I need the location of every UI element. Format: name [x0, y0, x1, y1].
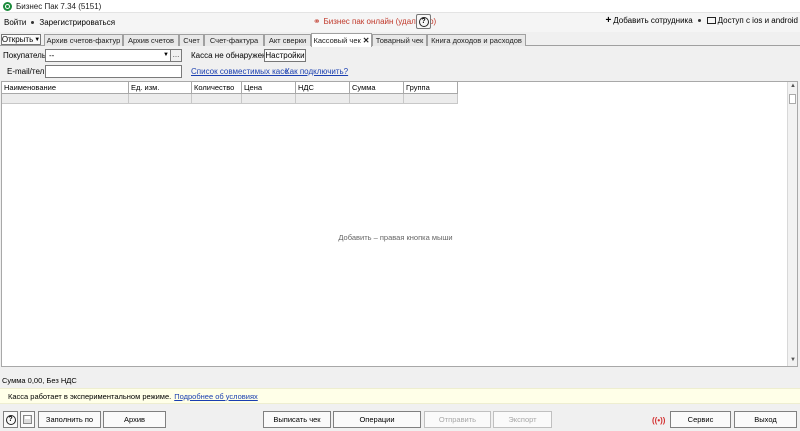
tab-label: Архив счетов-фактур — [46, 36, 121, 45]
tab-invoice-archive[interactable]: Архив счетов-фактур — [44, 34, 123, 46]
tab-bills-archive[interactable]: Архив счетов — [123, 34, 179, 46]
tab-label: Архив счетов — [127, 36, 175, 45]
open-dropdown-button[interactable]: Открыть ▼ — [1, 34, 41, 45]
tab-label: Акт сверки — [268, 36, 307, 45]
app-logo-icon — [3, 1, 12, 11]
column-header[interactable]: Наименование — [2, 82, 129, 94]
empty-table-hint: Добавить – правая кнопка мыши — [338, 233, 453, 242]
conditions-link[interactable]: Подробнее об условиях — [174, 392, 258, 401]
tab-reconciliation[interactable]: Акт сверки — [264, 34, 311, 46]
tab-cash-receipt[interactable]: Кассовый чек ✕ — [311, 33, 372, 47]
table-row[interactable] — [2, 94, 458, 104]
table-cell[interactable] — [242, 94, 296, 104]
scroll-down-icon[interactable]: ▼ — [789, 357, 797, 365]
separator-dot — [31, 21, 35, 24]
experimental-banner: Касса работает в экспериментальном режим… — [0, 388, 800, 404]
table-cell[interactable] — [350, 94, 404, 104]
register-link[interactable]: Зарегистрироваться — [36, 18, 118, 27]
tab-sales-receipt[interactable]: Товарный чек — [372, 34, 427, 46]
column-header[interactable]: Цена — [242, 82, 296, 94]
question-icon: ? — [418, 16, 429, 27]
buyer-value: -- — [49, 51, 55, 60]
monitor-icon — [706, 17, 716, 24]
tab-bar: Открыть ▼ Архив счетов-фактур Архив счет… — [0, 33, 800, 47]
floppy-disk-icon — [23, 415, 32, 424]
how-to-connect-link[interactable]: Как подключить? — [285, 67, 348, 76]
banner-text: Касса работает в экспериментальном режим… — [8, 391, 172, 401]
exit-button[interactable]: Выход — [734, 411, 797, 428]
close-tab-icon[interactable]: ✕ — [363, 36, 370, 45]
send-button[interactable]: Отправить — [424, 411, 491, 428]
table-cell[interactable] — [296, 94, 350, 104]
login-link[interactable]: Войти — [1, 18, 29, 27]
column-header[interactable]: Ед. изм. — [129, 82, 192, 94]
tab-label: Счет-фактура — [209, 36, 259, 45]
table-header: Наименование Ед. изм. Количество Цена НД… — [2, 82, 458, 94]
settings-button[interactable]: Настройки — [264, 49, 306, 62]
buyer-select[interactable]: -- ▼ … — [45, 49, 182, 62]
remote-link-icon: ⚭ — [313, 16, 321, 26]
email-label: E-mail/тел. — [7, 67, 47, 76]
right-menu: + Добавить сотрудника Доступ с ios и and… — [605, 14, 798, 26]
add-employee-link[interactable]: Добавить сотрудника — [613, 16, 692, 25]
bottom-toolbar: ? Заполнить по Архив Выписать чек Операц… — [0, 408, 800, 431]
column-header[interactable]: НДС — [296, 82, 350, 94]
window-title: Бизнес Пак 7.34 (5151) — [16, 1, 102, 11]
buyer-label: Покупатель — [3, 51, 46, 60]
column-header[interactable]: Количество — [192, 82, 242, 94]
help-button[interactable]: ? — [3, 411, 18, 428]
help-button[interactable]: ? — [416, 14, 431, 29]
browse-buyer-button[interactable]: … — [170, 50, 181, 61]
table-cell[interactable] — [404, 94, 458, 104]
broadcast-signal-icon[interactable]: ((•)) — [652, 416, 665, 425]
separator-dot — [697, 19, 701, 22]
total-summary: Сумма 0,00, Без НДС — [2, 376, 77, 385]
service-button[interactable]: Сервис — [670, 411, 731, 428]
tab-invoice[interactable]: Счет-фактура — [204, 34, 264, 46]
tab-label: Товарный чек — [375, 36, 424, 45]
archive-button[interactable]: Архив — [103, 411, 166, 428]
operations-button[interactable]: Операции — [333, 411, 421, 428]
column-header[interactable]: Сумма — [350, 82, 404, 94]
items-table[interactable]: Наименование Ед. изм. Количество Цена НД… — [1, 81, 798, 367]
tab-label: Кассовый чек — [313, 36, 361, 45]
email-row: E-mail/тел. Список совместимых касс Как … — [0, 64, 800, 80]
scroll-up-icon[interactable]: ▲ — [789, 83, 797, 91]
tab-bill[interactable]: Счет — [179, 34, 204, 46]
menu-bar: Войти Зарегистрироваться ⚭ Бизнес пак он… — [0, 13, 800, 32]
vertical-scrollbar[interactable]: ▲ ▼ — [787, 82, 797, 366]
buyer-row: Покупатель -- ▼ … Касса не обнаружена На… — [0, 48, 800, 64]
chevron-down-icon: ▼ — [34, 36, 41, 43]
save-button[interactable] — [20, 411, 35, 428]
compatible-kassa-link[interactable]: Список совместимых касс — [191, 67, 288, 76]
tab-income-expense-book[interactable]: Книга доходов и расходов — [427, 34, 526, 46]
plus-icon: + — [605, 14, 612, 26]
question-icon: ? — [5, 414, 16, 425]
open-label: Открыть — [1, 35, 34, 44]
mobile-access-link[interactable]: Доступ с ios и android — [718, 16, 798, 25]
chevron-down-icon[interactable]: ▼ — [163, 52, 169, 58]
email-field[interactable] — [45, 65, 182, 78]
fill-by-button[interactable]: Заполнить по — [38, 411, 101, 428]
tab-label: Счет — [183, 36, 200, 45]
table-cell[interactable] — [129, 94, 192, 104]
table-cell[interactable] — [192, 94, 242, 104]
tab-label: Книга доходов и расходов — [431, 36, 522, 45]
window-titlebar: Бизнес Пак 7.34 (5151) — [0, 0, 800, 13]
scroll-thumb[interactable] — [789, 94, 796, 104]
issue-receipt-button[interactable]: Выписать чек — [263, 411, 331, 428]
table-cell[interactable] — [2, 94, 129, 104]
kassa-status: Касса не обнаружена — [191, 51, 271, 60]
column-header[interactable]: Группа — [404, 82, 458, 94]
export-button[interactable]: Экспорт — [493, 411, 552, 428]
